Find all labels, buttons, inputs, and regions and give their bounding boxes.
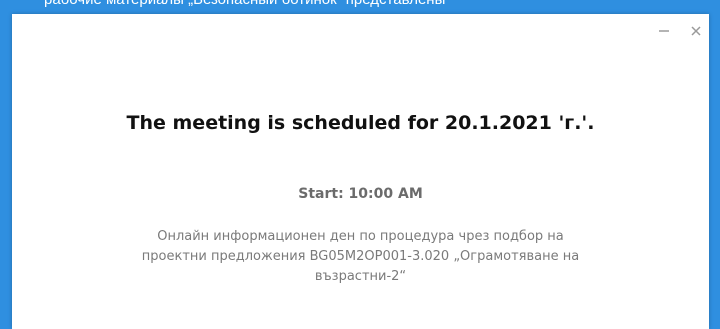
meeting-dialog: The meeting is scheduled for 20.1.2021 '… <box>12 14 709 329</box>
minimize-button[interactable] <box>655 22 673 40</box>
description-line: проектни предложения BG05M2OP001-3.020 „… <box>141 249 580 264</box>
background-window-text: рабочие материалы „Безопасный ботинок“ п… <box>44 0 445 8</box>
close-button[interactable] <box>687 22 705 40</box>
meeting-title: The meeting is scheduled for 20.1.2021 '… <box>126 112 595 134</box>
close-icon <box>691 26 701 36</box>
minimize-icon <box>659 30 669 32</box>
meeting-description: Онлайн информационен ден по процедура чр… <box>82 227 639 287</box>
description-line: възрастни-2“ <box>314 269 407 284</box>
start-time: Start: 10:00 AM <box>298 186 423 202</box>
description-line: Онлайн информационен ден по процедура чр… <box>157 229 564 244</box>
window-controls <box>655 22 705 40</box>
